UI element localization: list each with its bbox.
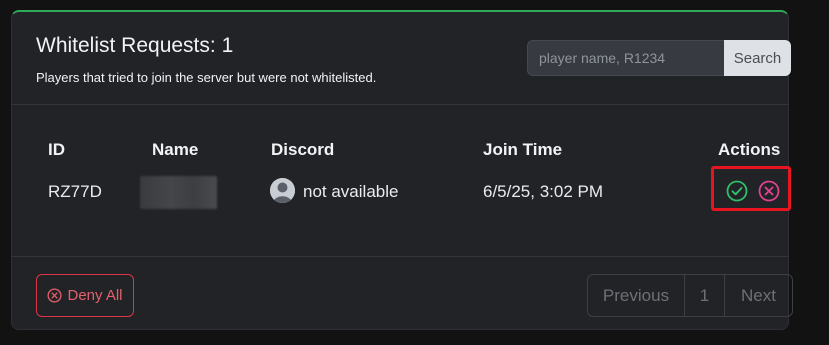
cell-discord: not available — [303, 182, 399, 201]
pagination-page-1[interactable]: 1 — [684, 275, 724, 316]
cell-name-redacted — [140, 176, 217, 209]
column-header-name: Name — [152, 140, 199, 159]
pagination: Previous 1 Next — [587, 274, 793, 317]
page-subtitle: Players that tried to join the server bu… — [36, 70, 377, 85]
card-footer: Deny All Previous 1 Next — [12, 256, 793, 329]
search-input[interactable] — [527, 40, 724, 76]
whitelist-card: Whitelist Requests: 1 Players that tried… — [11, 10, 793, 330]
pagination-previous[interactable]: Previous — [588, 275, 684, 316]
column-header-id: ID — [48, 140, 65, 159]
actions-highlight — [711, 166, 791, 211]
x-circle-icon — [758, 180, 780, 202]
card-header: Whitelist Requests: 1 Players that tried… — [12, 12, 791, 105]
approve-button[interactable] — [726, 180, 748, 202]
deny-all-label: Deny All — [67, 287, 123, 304]
column-header-join-time: Join Time — [483, 140, 563, 159]
pagination-next[interactable]: Next — [724, 275, 792, 316]
column-header-discord: Discord — [271, 140, 335, 159]
x-circle-icon — [47, 288, 63, 303]
search-group: Search — [527, 40, 791, 76]
user-avatar-icon — [270, 178, 295, 203]
page-title: Whitelist Requests: 1 — [36, 34, 234, 57]
search-button[interactable]: Search — [724, 40, 791, 76]
discord-avatar — [270, 178, 295, 203]
deny-all-button[interactable]: Deny All — [36, 274, 134, 317]
cell-join-time: 6/5/25, 3:02 PM — [483, 182, 604, 201]
column-header-actions: Actions — [718, 140, 781, 159]
check-circle-icon — [726, 180, 748, 202]
deny-button[interactable] — [758, 180, 780, 202]
requests-table: ID Name Discord Join Time Actions RZ77D … — [12, 104, 791, 256]
cell-id: RZ77D — [48, 182, 102, 201]
